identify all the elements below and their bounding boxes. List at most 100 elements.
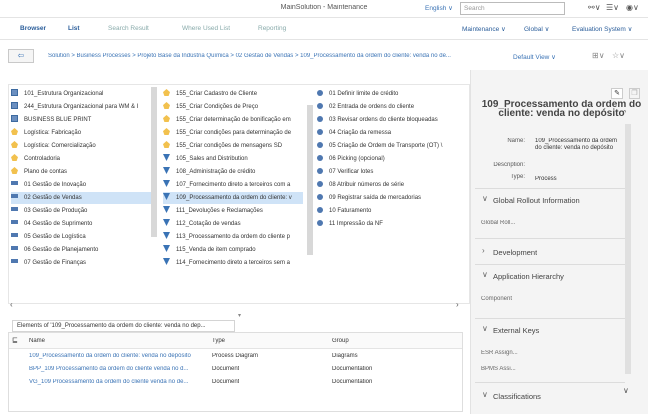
folder-icon	[11, 115, 18, 122]
scroll-right-icon[interactable]: ›	[456, 300, 459, 309]
chevron-down-icon[interactable]: ∨	[482, 194, 488, 203]
list-item[interactable]: Logística: Fabricação	[11, 127, 151, 139]
favorite-icon[interactable]: ☆∨	[612, 51, 625, 60]
list-item[interactable]: 155_Criar Cadastro de Cliente	[163, 88, 303, 100]
search-input[interactable]: Search	[460, 2, 565, 15]
list-item-label: 01 Definir limite de crédito	[329, 91, 399, 97]
chevron-down-icon[interactable]: ∨	[482, 390, 488, 399]
list-item[interactable]: 155_Criar Condições de Preço	[163, 101, 303, 113]
list-item[interactable]: 06 Gestão de Planejamento	[11, 244, 151, 256]
menu-icon[interactable]: ☰∨	[606, 3, 619, 12]
column-1-scrollbar[interactable]	[151, 87, 157, 237]
col-group-header[interactable]: Group	[332, 338, 349, 344]
breadcrumb[interactable]: Solution > Business Processes > Projeto …	[48, 53, 451, 59]
list-item[interactable]: 112_Cotação de vendas	[163, 218, 303, 230]
list-item[interactable]: 09 Registrar saída de mercadorias	[317, 192, 467, 204]
list-item[interactable]: 02 Gestão de Vendas	[11, 192, 151, 204]
list-item[interactable]: 03 Gestão de Produção	[11, 205, 151, 217]
elements-tab[interactable]: Elements of '109_Processamento da ordem …	[12, 320, 235, 332]
scroll-up-icon[interactable]: ^	[623, 110, 626, 117]
section-development[interactable]: Development	[493, 248, 537, 257]
description-label: Description:	[493, 162, 525, 168]
process-step-icon	[317, 194, 323, 200]
list-item[interactable]: 101_Estrutura Organizacional	[11, 88, 151, 100]
list-item[interactable]: 155_Criar determinação de bonificação em	[163, 114, 303, 126]
list-item[interactable]: 155_Criar condições para determinação de	[163, 127, 303, 139]
section-classifications[interactable]: Classifications	[493, 392, 541, 401]
list-item[interactable]: 08 Atribuir números de série	[317, 179, 467, 191]
list-item[interactable]: Logística: Comercialização	[11, 140, 151, 152]
splitter-handle[interactable]: ▾	[238, 312, 241, 319]
list-item[interactable]: BUSINESS BLUE PRINT	[11, 114, 151, 126]
layout-icon[interactable]: ⊞∨	[592, 51, 605, 60]
list-item[interactable]: 11 Impressão da NF	[317, 218, 467, 230]
nav-search-result[interactable]: Search Result	[108, 25, 149, 32]
detail-scrollbar[interactable]	[625, 124, 631, 374]
nav-maintenance[interactable]: Maintenance ∨	[462, 25, 506, 33]
section-global-rollout[interactable]: Global Rollout Information	[493, 196, 580, 205]
list-item[interactable]: 10 Faturamento	[317, 205, 467, 217]
list-item[interactable]: 105_Sales and Distribution	[163, 153, 303, 165]
nav-where-used-list[interactable]: Where Used List	[182, 25, 230, 32]
table-settings-icon[interactable]: ⊑	[12, 336, 18, 344]
chevron-right-icon[interactable]: ›	[482, 246, 485, 255]
list-item[interactable]: 115_Venda de item comprado	[163, 244, 303, 256]
list-item[interactable]: Plano de contas	[11, 166, 151, 178]
table-cell-name[interactable]: 109_Processamento da ordem do cliente: v…	[29, 353, 191, 359]
table-cell-name[interactable]: BPP_109 Processamento da ordem do client…	[29, 366, 188, 372]
list-item[interactable]: 113_Processamento da ordem do cliente p	[163, 231, 303, 243]
list-item[interactable]: Controladoria	[11, 153, 151, 165]
page: MainSolution - Maintenance English ∨ Sea…	[0, 0, 648, 414]
folder-icon	[11, 102, 18, 109]
section-application-hierarchy[interactable]: Application Hierarchy	[493, 272, 564, 281]
scroll-down-icon[interactable]: ∨	[623, 386, 629, 395]
list-item-label: 155_Criar determinação de bonificação em	[176, 117, 291, 123]
main-nav: Browser List Search Result Where Used Li…	[0, 18, 648, 40]
list-item-label: 01 Gestão de Inovação	[24, 182, 87, 188]
edit-icon[interactable]: ✎	[611, 88, 623, 99]
binoculars-icon[interactable]: ⚯∨	[588, 3, 601, 12]
chevron-down-icon[interactable]: ∨	[482, 324, 488, 333]
list-item[interactable]: 05 Criação de Ordem de Transporte (OT) \	[317, 140, 467, 152]
col-type-header[interactable]: Type	[212, 338, 225, 344]
help-icon[interactable]: ◉∨	[626, 3, 639, 12]
chevron-down-icon[interactable]: ∨	[482, 270, 488, 279]
copy-icon[interactable]: ❐	[629, 88, 640, 99]
nav-global[interactable]: Global ∨	[524, 25, 549, 33]
list-item[interactable]: 07 Gestão de Finanças	[11, 257, 151, 269]
scroll-left-icon[interactable]: ‹	[10, 300, 13, 309]
list-item[interactable]: 107_Fornecimento direto a terceiros com …	[163, 179, 303, 191]
default-view-selector[interactable]: Default View ∨	[513, 53, 556, 61]
list-item[interactable]: 04 Criação da remessa	[317, 127, 467, 139]
nav-evaluation-system[interactable]: Evaluation System ∨	[572, 25, 632, 33]
language-selector[interactable]: English ∨	[425, 4, 453, 12]
nav-browser[interactable]: Browser	[20, 25, 46, 32]
column-2-scrollbar[interactable]	[307, 105, 313, 255]
nav-reporting[interactable]: Reporting	[258, 25, 286, 32]
col-name-header[interactable]: Name	[29, 338, 45, 344]
list-item[interactable]: 06 Picking (opcional)	[317, 153, 467, 165]
list-item[interactable]: 05 Gestão de Logística	[11, 231, 151, 243]
horizontal-scrollbar[interactable]: ‹ ›	[8, 300, 470, 310]
list-item[interactable]: 114_Fornecimento direto a terceiros sem …	[163, 257, 303, 269]
section-external-keys[interactable]: External Keys	[493, 326, 539, 335]
list-item[interactable]: 01 Gestão de Inovação	[11, 179, 151, 191]
list-item[interactable]: 04 Gestão de Suprimento	[11, 218, 151, 230]
nav-list[interactable]: List	[68, 25, 80, 32]
list-item[interactable]: 02 Entrada de ordens do cliente	[317, 101, 467, 113]
list-item[interactable]: 155_Criar condições de mensagens SD	[163, 140, 303, 152]
arrow-left-icon: ⇦	[17, 51, 25, 60]
list-item-label: 155_Criar condições para determinação de	[176, 130, 292, 136]
list-item[interactable]: 111_Devoluções e Reclamações	[163, 205, 303, 217]
list-item[interactable]: 244_Estrutura Organizacional para WM & I	[11, 101, 151, 113]
list-item[interactable]: 01 Definir limite de crédito	[317, 88, 467, 100]
back-button[interactable]: ⇦	[8, 49, 34, 63]
list-item[interactable]: 109_Processamento da ordem do cliente: v	[163, 192, 303, 204]
divider	[475, 264, 625, 265]
process-step-icon	[317, 103, 323, 109]
table-cell-name[interactable]: VG_109 Processamento da ordem do cliente…	[29, 379, 188, 385]
list-item[interactable]: 03 Revisar ordens do cliente bloqueadas	[317, 114, 467, 126]
table-cell-group: Documentation	[332, 366, 373, 372]
list-item[interactable]: 108_Administração de crédito	[163, 166, 303, 178]
list-item[interactable]: 07 Verificar lotes	[317, 166, 467, 178]
